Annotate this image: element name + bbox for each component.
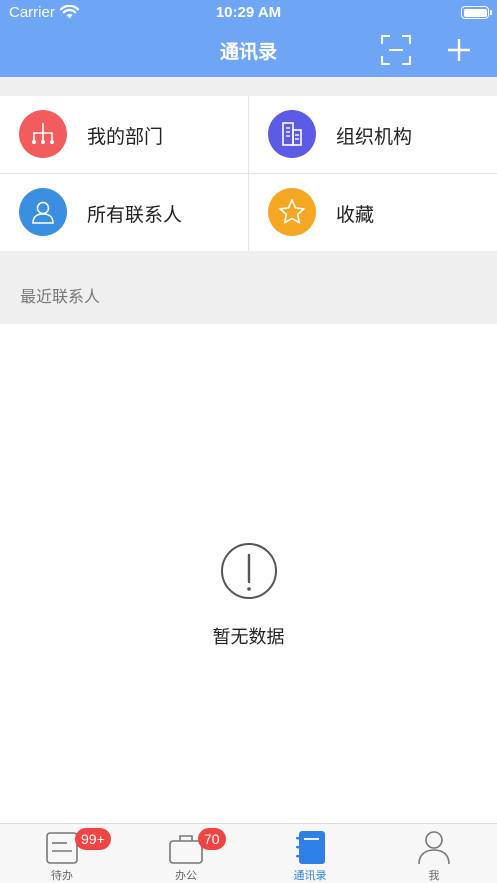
grid-item-label: 我的部门: [87, 126, 164, 148]
todo-badge: 99+: [75, 828, 111, 850]
building-icon: [268, 110, 316, 158]
grid-item-label: 收藏: [336, 204, 375, 226]
grid-item-all-contacts[interactable]: 所有联系人: [0, 174, 248, 251]
recent-contacts-header: 最近联系人: [0, 251, 497, 324]
tab-label: 办公: [175, 869, 197, 882]
grid-item-label: 所有联系人: [87, 204, 183, 226]
spacer: [0, 77, 497, 96]
star-icon: [268, 188, 316, 236]
scan-icon[interactable]: [380, 34, 412, 66]
plus-icon[interactable]: [446, 37, 472, 63]
status-bar: Carrier 10:29 AM: [0, 0, 497, 28]
page-title: 通讯录: [219, 41, 277, 63]
tab-office[interactable]: 70 办公: [124, 824, 248, 883]
tab-bar: 99+ 待办 70 办公 通讯录 我: [0, 823, 497, 883]
person-icon: [19, 188, 67, 236]
empty-state-text: 暂无数据: [212, 627, 285, 648]
divider: [0, 173, 497, 174]
grid-item-my-department[interactable]: 我的部门: [0, 96, 248, 173]
navigation-bar: Carrier 10:29 AM 通讯录: [0, 0, 497, 77]
grid-item-organization[interactable]: 组织机构: [249, 96, 497, 173]
office-badge: 70: [198, 828, 226, 850]
tab-todo[interactable]: 99+ 待办: [0, 824, 124, 883]
profile-icon: [418, 831, 450, 865]
battery-icon: [461, 6, 492, 19]
section-title: 最近联系人: [20, 287, 101, 306]
todo-icon: [46, 832, 78, 864]
tab-label: 待办: [51, 869, 73, 882]
address-book-icon: [296, 831, 325, 864]
tab-contacts[interactable]: 通讯录: [248, 824, 372, 883]
grid-item-label: 组织机构: [336, 126, 413, 148]
org-tree-icon: [19, 110, 67, 158]
exclamation-circle-icon: [221, 543, 277, 599]
grid-item-favorites[interactable]: 收藏: [249, 174, 497, 251]
tab-label: 我: [428, 869, 440, 882]
status-time: 10:29 AM: [215, 4, 282, 21]
tab-me[interactable]: 我: [372, 824, 496, 883]
tab-label: 通讯录: [293, 869, 327, 882]
